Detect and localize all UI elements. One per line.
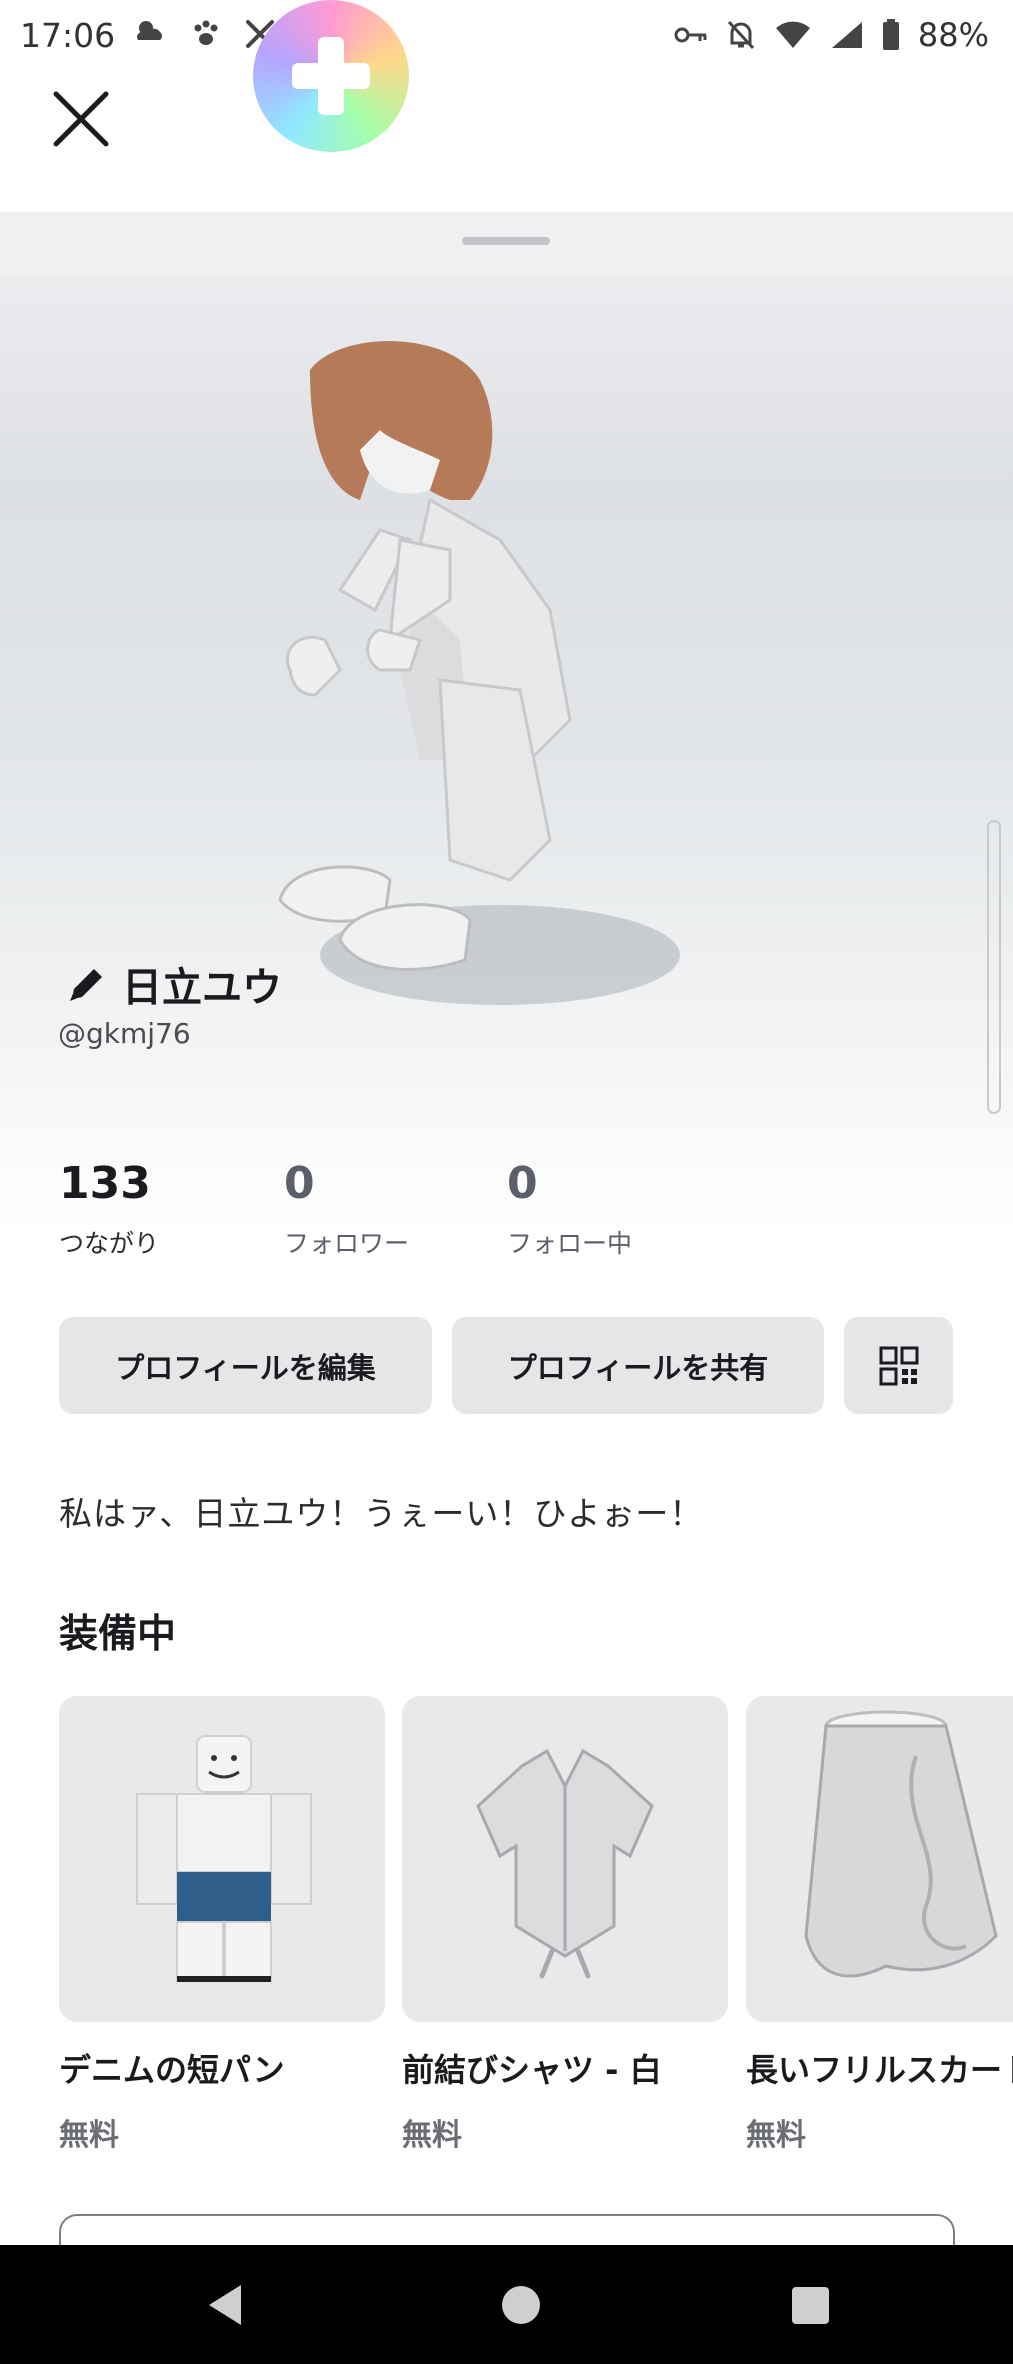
battery-percent: 88%: [917, 16, 989, 54]
stat-value: 0: [507, 1158, 538, 1209]
home-icon[interactable]: [502, 2286, 540, 2324]
stat-connections[interactable]: 133 つながり: [59, 1162, 159, 1260]
stat-label: つながり: [59, 1229, 160, 1258]
qr-code-icon: [879, 1346, 918, 1385]
status-right-icons: 88%: [674, 16, 989, 54]
item-price: 無料: [402, 2118, 462, 2153]
item-thumbnail: [804, 1710, 998, 1978]
weather-icon: [137, 21, 162, 40]
display-name-row[interactable]: 日立ユウ: [66, 955, 282, 1013]
qr-code-button[interactable]: [844, 1317, 953, 1414]
equipped-section-title: 装備中: [59, 1612, 177, 1657]
equipped-item-card[interactable]: [59, 1696, 385, 2022]
status-time: 17:06: [20, 16, 116, 55]
battery-icon: [882, 19, 899, 50]
item-name[interactable]: 長いフリルスカート: [746, 2045, 1013, 2091]
stat-following[interactable]: 0 フォロー中: [507, 1162, 632, 1260]
recents-icon[interactable]: [792, 2287, 829, 2324]
avatar-figure: [278, 341, 680, 1005]
item-name[interactable]: 前結びシャツ - 白: [402, 2045, 662, 2091]
display-name: 日立ユウ: [122, 965, 282, 1011]
pencil-icon[interactable]: [66, 963, 108, 1005]
scroll-indicator[interactable]: [987, 820, 1001, 1114]
gamepad-overlay-button[interactable]: [253, 0, 409, 152]
key-icon: [674, 27, 707, 43]
bell-off-icon: [727, 20, 754, 50]
item-thumbnail: [476, 1748, 654, 1979]
stat-value: 0: [284, 1158, 315, 1209]
stat-label: フォロワー: [284, 1229, 410, 1258]
status-left-icons: [132, 16, 276, 52]
item-price: 無料: [59, 2118, 119, 2153]
stat-label: フォロー中: [507, 1229, 633, 1258]
stat-followers[interactable]: 0 フォロワー: [284, 1162, 409, 1260]
back-icon[interactable]: [205, 2283, 245, 2327]
share-profile-button[interactable]: プロフィールを共有: [452, 1317, 824, 1414]
item-price: 無料: [746, 2118, 806, 2153]
profile-bio: 私はァ、日立ユウ！うぇーい！ひよぉー！: [59, 1494, 704, 1533]
gamepad-icon: [292, 37, 370, 115]
item-thumbnail: [136, 1735, 312, 1982]
equipped-item-card[interactable]: [746, 1696, 1013, 2022]
item-name[interactable]: デニムの短パン: [59, 2045, 285, 2091]
drag-handle[interactable]: [462, 237, 550, 245]
close-icon[interactable]: [48, 86, 114, 152]
status-bar: 17:06 88%: [0, 0, 1013, 78]
wifi-icon: [775, 21, 810, 48]
edit-profile-button[interactable]: プロフィールを編集: [59, 1317, 432, 1414]
equipped-item-card[interactable]: [402, 1696, 728, 2022]
username: @gkmj76: [58, 1017, 191, 1050]
signal-icon: [831, 22, 862, 48]
paw-icon: [194, 20, 218, 45]
stat-value: 133: [59, 1158, 151, 1209]
